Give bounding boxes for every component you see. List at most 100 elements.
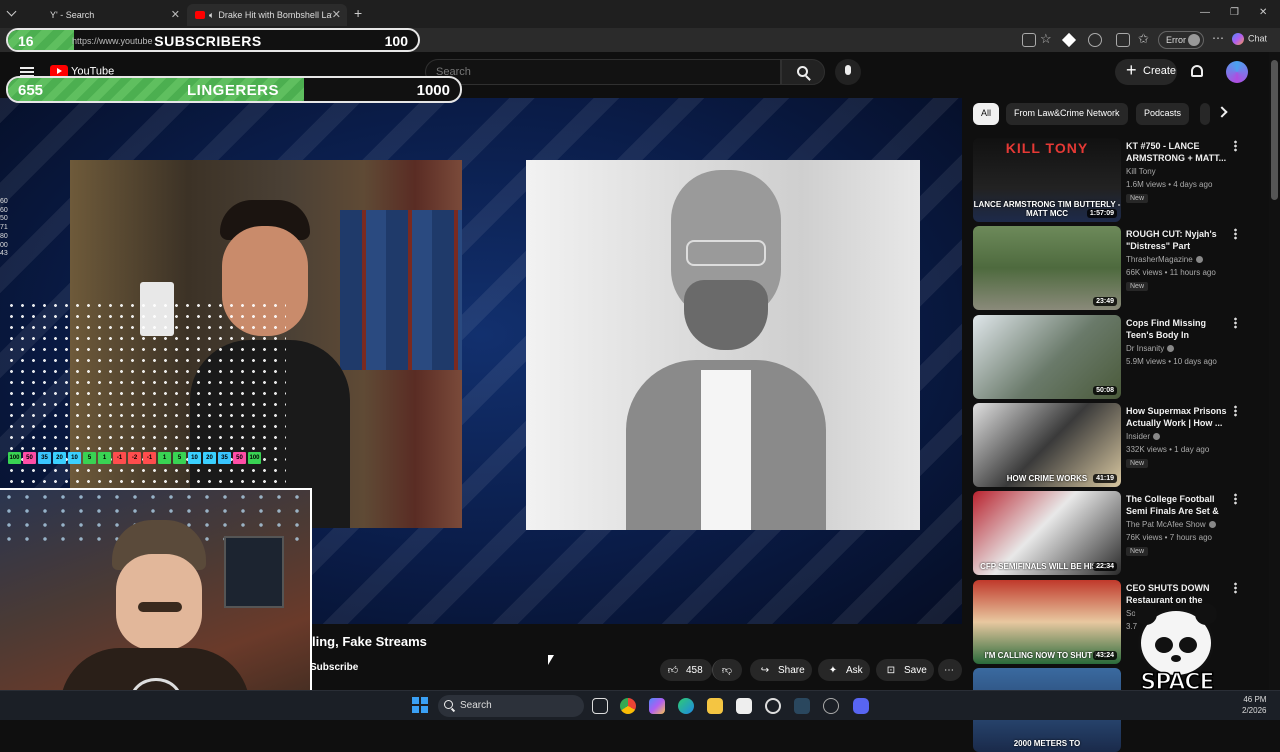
- speaker-icon[interactable]: 🔈︎: [209, 10, 214, 21]
- item-menu-icon[interactable]: [1234, 582, 1237, 594]
- app-icon[interactable]: [765, 698, 781, 714]
- video-thumbnail[interactable]: I'M CALLING NOW TO SHUT IT D 43:24: [973, 580, 1121, 664]
- channel-name[interactable]: ThrasherMagazine: [1126, 255, 1203, 264]
- profile-error-button[interactable]: Error: [1158, 31, 1204, 49]
- item-menu-icon[interactable]: [1234, 140, 1237, 152]
- app-install-icon[interactable]: [1022, 33, 1036, 47]
- like-button[interactable]: 👍︎ 458: [660, 659, 712, 681]
- video-metadata: 1.6M views • 4 days ago: [1126, 180, 1213, 189]
- subscribers-goal-bar: https://www.youtube 16 SUBSCRIBERS 100: [6, 28, 420, 52]
- obs-icon[interactable]: [736, 698, 752, 714]
- channel-name[interactable]: Kill Tony: [1126, 167, 1156, 176]
- chip-partial[interactable]: [1200, 103, 1210, 125]
- microphone-icon[interactable]: [835, 59, 861, 85]
- dislike-button[interactable]: 👎︎: [712, 659, 742, 681]
- video-title[interactable]: KT #750 - LANCE ARMSTRONG + MATT...: [1126, 140, 1228, 164]
- save-button[interactable]: ⊡ Save: [876, 659, 934, 681]
- copilot-taskbar-icon[interactable]: [649, 698, 665, 714]
- video-title[interactable]: The College Football Semi Finals Are Set…: [1126, 493, 1228, 517]
- chip-law-crime[interactable]: From Law&Crime Network: [1006, 103, 1128, 125]
- new-badge: New: [1126, 459, 1149, 468]
- create-button[interactable]: Create: [1115, 59, 1177, 85]
- file-explorer-icon[interactable]: [707, 698, 723, 714]
- scrollbar-thumb[interactable]: [1271, 60, 1278, 200]
- share-button[interactable]: ↪ Share: [750, 659, 812, 681]
- video-title[interactable]: CEO SHUTS DOWN Restaurant on the Spo...: [1126, 582, 1228, 606]
- close-tab-icon[interactable]: ✕: [171, 8, 180, 21]
- number-strip-item: 5: [83, 452, 96, 464]
- edge-icon[interactable]: [678, 698, 694, 714]
- number-strip-item: 1: [158, 452, 171, 464]
- windows-start-icon[interactable]: [412, 697, 428, 713]
- video-title[interactable]: How Supermax Prisons Actually Work | How…: [1126, 405, 1228, 429]
- channel-name[interactable]: Insider: [1126, 432, 1161, 441]
- recommendation-item[interactable]: 23:49 ROUGH CUT: Nyjah's "Distress" Part T…: [973, 226, 1269, 310]
- favorites-icon[interactable]: ✩: [1138, 31, 1149, 47]
- video-duration: 22:34: [1093, 562, 1117, 571]
- side-number: 00: [0, 241, 8, 249]
- profile-avatar: [1188, 34, 1200, 46]
- browser-extension-icon[interactable]: [1116, 33, 1130, 47]
- user-avatar[interactable]: [1226, 61, 1248, 83]
- item-menu-icon[interactable]: [1234, 405, 1237, 417]
- extension-diamond-icon[interactable]: [1061, 32, 1077, 48]
- search-button[interactable]: [781, 59, 825, 85]
- copilot-chat-button[interactable]: Chat: [1232, 33, 1267, 45]
- minimize-icon[interactable]: —: [1200, 7, 1210, 18]
- item-menu-icon[interactable]: [1234, 228, 1237, 240]
- channel-name[interactable]: The Pat McAfee Show: [1126, 520, 1216, 529]
- subscribe-button[interactable]: Subscribe: [310, 662, 358, 673]
- search-input[interactable]: Search: [425, 59, 781, 85]
- recommendation-item[interactable]: 50:08 Cops Find Missing Teen's Body In So…: [973, 315, 1269, 399]
- close-tab-icon[interactable]: ✕: [331, 8, 341, 21]
- number-strip-item: 50: [23, 452, 36, 464]
- video-thumbnail[interactable]: HOW CRIME WORKS 41:19: [973, 403, 1121, 487]
- channel-label: Insider: [1126, 432, 1151, 441]
- steam-icon[interactable]: [794, 698, 810, 714]
- discord-icon[interactable]: [853, 698, 869, 714]
- new-tab-icon[interactable]: +: [354, 5, 362, 21]
- chip-all[interactable]: All: [973, 103, 1000, 125]
- number-strip-item: 1: [98, 452, 111, 464]
- chrome-icon[interactable]: [620, 698, 636, 714]
- system-clock[interactable]: 46 PM 2/2026: [1242, 694, 1266, 716]
- task-view-icon[interactable]: [592, 698, 608, 714]
- tab-video[interactable]: 🔈︎ Drake Hit with Bombshell Law ✕: [187, 4, 347, 26]
- video-metadata: 66K views • 11 hours ago: [1126, 268, 1216, 277]
- video-thumbnail[interactable]: 23:49: [973, 226, 1121, 310]
- more-actions-button[interactable]: ⋯: [938, 659, 962, 681]
- notifications-bell-icon[interactable]: [1191, 65, 1203, 77]
- video-thumbnail[interactable]: 50:08: [973, 315, 1121, 399]
- number-strip-item: 20: [53, 452, 66, 464]
- video-title[interactable]: Cops Find Missing Teen's Body In Soldier…: [1126, 317, 1228, 341]
- item-menu-icon[interactable]: [1234, 493, 1237, 505]
- recommendation-item[interactable]: KILL TONY LANCE ARMSTRONG TIM BUTTERLY - …: [973, 138, 1269, 222]
- chip-podcasts[interactable]: Podcasts: [1136, 103, 1190, 125]
- mouse-cursor-icon: [548, 655, 554, 665]
- video-thumbnail[interactable]: KILL TONY LANCE ARMSTRONG TIM BUTTERLY - …: [973, 138, 1121, 222]
- recommendation-item[interactable]: CFP SEMIFINALS WILL BE HISTOR 22:34 The Co…: [973, 491, 1269, 575]
- recommendation-item[interactable]: HOW CRIME WORKS 41:19 How Supermax Prisons…: [973, 403, 1269, 487]
- chips-next-icon[interactable]: [1216, 106, 1228, 118]
- video-title[interactable]: ROUGH CUT: Nyjah's "Distress" Part: [1126, 228, 1228, 252]
- clock-time: 46 PM: [1243, 695, 1267, 704]
- bookshelf: [340, 210, 462, 370]
- favorite-star-icon[interactable]: ☆: [1040, 31, 1052, 47]
- more-menu-icon[interactable]: ⋯: [1212, 31, 1224, 45]
- item-menu-icon[interactable]: [1234, 317, 1237, 329]
- restore-icon[interactable]: ❐: [1230, 7, 1239, 18]
- sparkle-icon: ✦: [828, 664, 838, 676]
- close-window-icon[interactable]: ✕: [1259, 7, 1267, 18]
- browser-tab-bar: Y' - Search ✕ 🔈︎ Drake Hit with Bombshel…: [0, 0, 1280, 28]
- extensions-icon[interactable]: [1088, 33, 1102, 47]
- ask-button[interactable]: ✦ Ask: [818, 659, 870, 681]
- app-grid-icon[interactable]: [823, 698, 839, 714]
- number-strip: 100 50 35 20 10 5 1 -1 -2 -1 1 5 10 20 35 50 100: [8, 452, 261, 464]
- tab-list-chevron-icon[interactable]: [6, 6, 17, 17]
- channel-label: The Pat McAfee Show: [1126, 520, 1206, 529]
- tab-search[interactable]: Y' - Search ✕: [24, 4, 186, 26]
- taskbar-search[interactable]: Search: [438, 695, 584, 717]
- channel-name[interactable]: Dr Insanity: [1126, 344, 1175, 353]
- video-thumbnail[interactable]: CFP SEMIFINALS WILL BE HISTOR 22:34: [973, 491, 1121, 575]
- thumbnail-heading: KILL TONY: [1005, 140, 1089, 156]
